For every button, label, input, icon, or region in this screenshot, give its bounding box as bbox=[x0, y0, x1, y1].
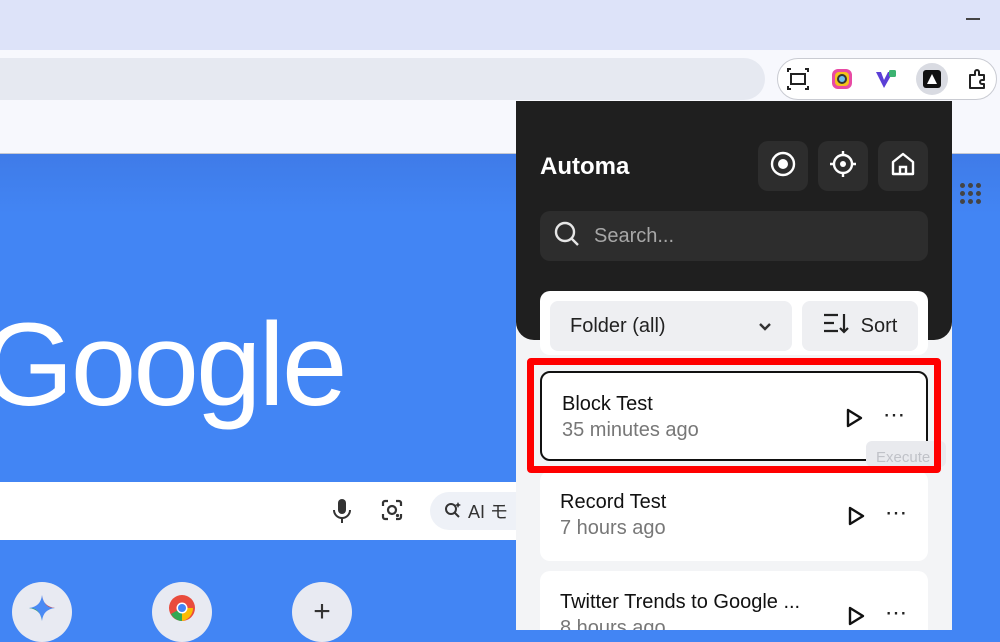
element-picker-button[interactable] bbox=[818, 141, 868, 191]
search-icon bbox=[554, 221, 580, 252]
play-icon[interactable] bbox=[846, 605, 866, 627]
dashboard-button[interactable] bbox=[878, 141, 928, 191]
microphone-icon[interactable] bbox=[332, 498, 352, 529]
shortcut-chrome[interactable] bbox=[152, 582, 212, 642]
selection-highlight bbox=[527, 358, 941, 473]
window-titlebar bbox=[0, 0, 1000, 50]
sort-label: Sort bbox=[860, 314, 898, 337]
search-input[interactable] bbox=[592, 223, 896, 249]
play-icon[interactable] bbox=[846, 505, 866, 527]
folder-select-label: Folder (all) bbox=[570, 314, 666, 337]
ai-mode-label: AI モ bbox=[468, 502, 509, 522]
screenshot-icon[interactable] bbox=[782, 63, 814, 95]
vpn-extension-icon[interactable] bbox=[870, 63, 902, 95]
sort-button[interactable]: Sort bbox=[802, 301, 918, 351]
folder-select[interactable]: Folder (all) bbox=[550, 301, 792, 351]
more-options-icon[interactable]: ⋯ bbox=[885, 602, 908, 624]
more-options-icon[interactable]: ⋯ bbox=[885, 502, 908, 524]
workflow-time: 7 hours ago bbox=[560, 517, 666, 539]
workflow-card[interactable]: Record Test 7 hours ago ⋯ bbox=[540, 471, 928, 561]
chrome-icon bbox=[167, 593, 197, 631]
workflow-search[interactable] bbox=[540, 211, 928, 261]
minimize-button[interactable] bbox=[966, 18, 980, 20]
automa-brand: Automa bbox=[540, 153, 630, 180]
workflow-name: Twitter Trends to Google ... bbox=[560, 591, 801, 613]
workflow-time: 8 hours ago bbox=[560, 617, 666, 630]
ai-mode-icon bbox=[444, 500, 462, 523]
apps-grid-icon[interactable] bbox=[960, 183, 981, 204]
add-shortcut-label: + bbox=[313, 595, 331, 628]
puzzle-icon[interactable] bbox=[962, 63, 994, 95]
home-icon bbox=[890, 151, 916, 182]
shortcut-gemini[interactable] bbox=[12, 582, 72, 642]
workflow-name: Record Test bbox=[560, 491, 667, 513]
automa-icon[interactable] bbox=[916, 63, 948, 95]
color-picker-icon[interactable] bbox=[826, 63, 858, 95]
google-lens-icon[interactable] bbox=[380, 498, 404, 527]
crosshair-icon bbox=[829, 150, 857, 183]
sort-icon bbox=[823, 312, 849, 340]
record-button[interactable] bbox=[758, 141, 808, 191]
address-bar[interactable] bbox=[0, 58, 765, 100]
add-shortcut-button[interactable]: + bbox=[292, 582, 352, 642]
google-logo: Google bbox=[0, 299, 348, 431]
chevron-down-icon bbox=[758, 315, 772, 338]
record-icon bbox=[770, 151, 796, 182]
workflow-card[interactable]: Twitter Trends to Google ... 8 hours ago… bbox=[540, 571, 928, 630]
gemini-icon bbox=[27, 593, 57, 631]
